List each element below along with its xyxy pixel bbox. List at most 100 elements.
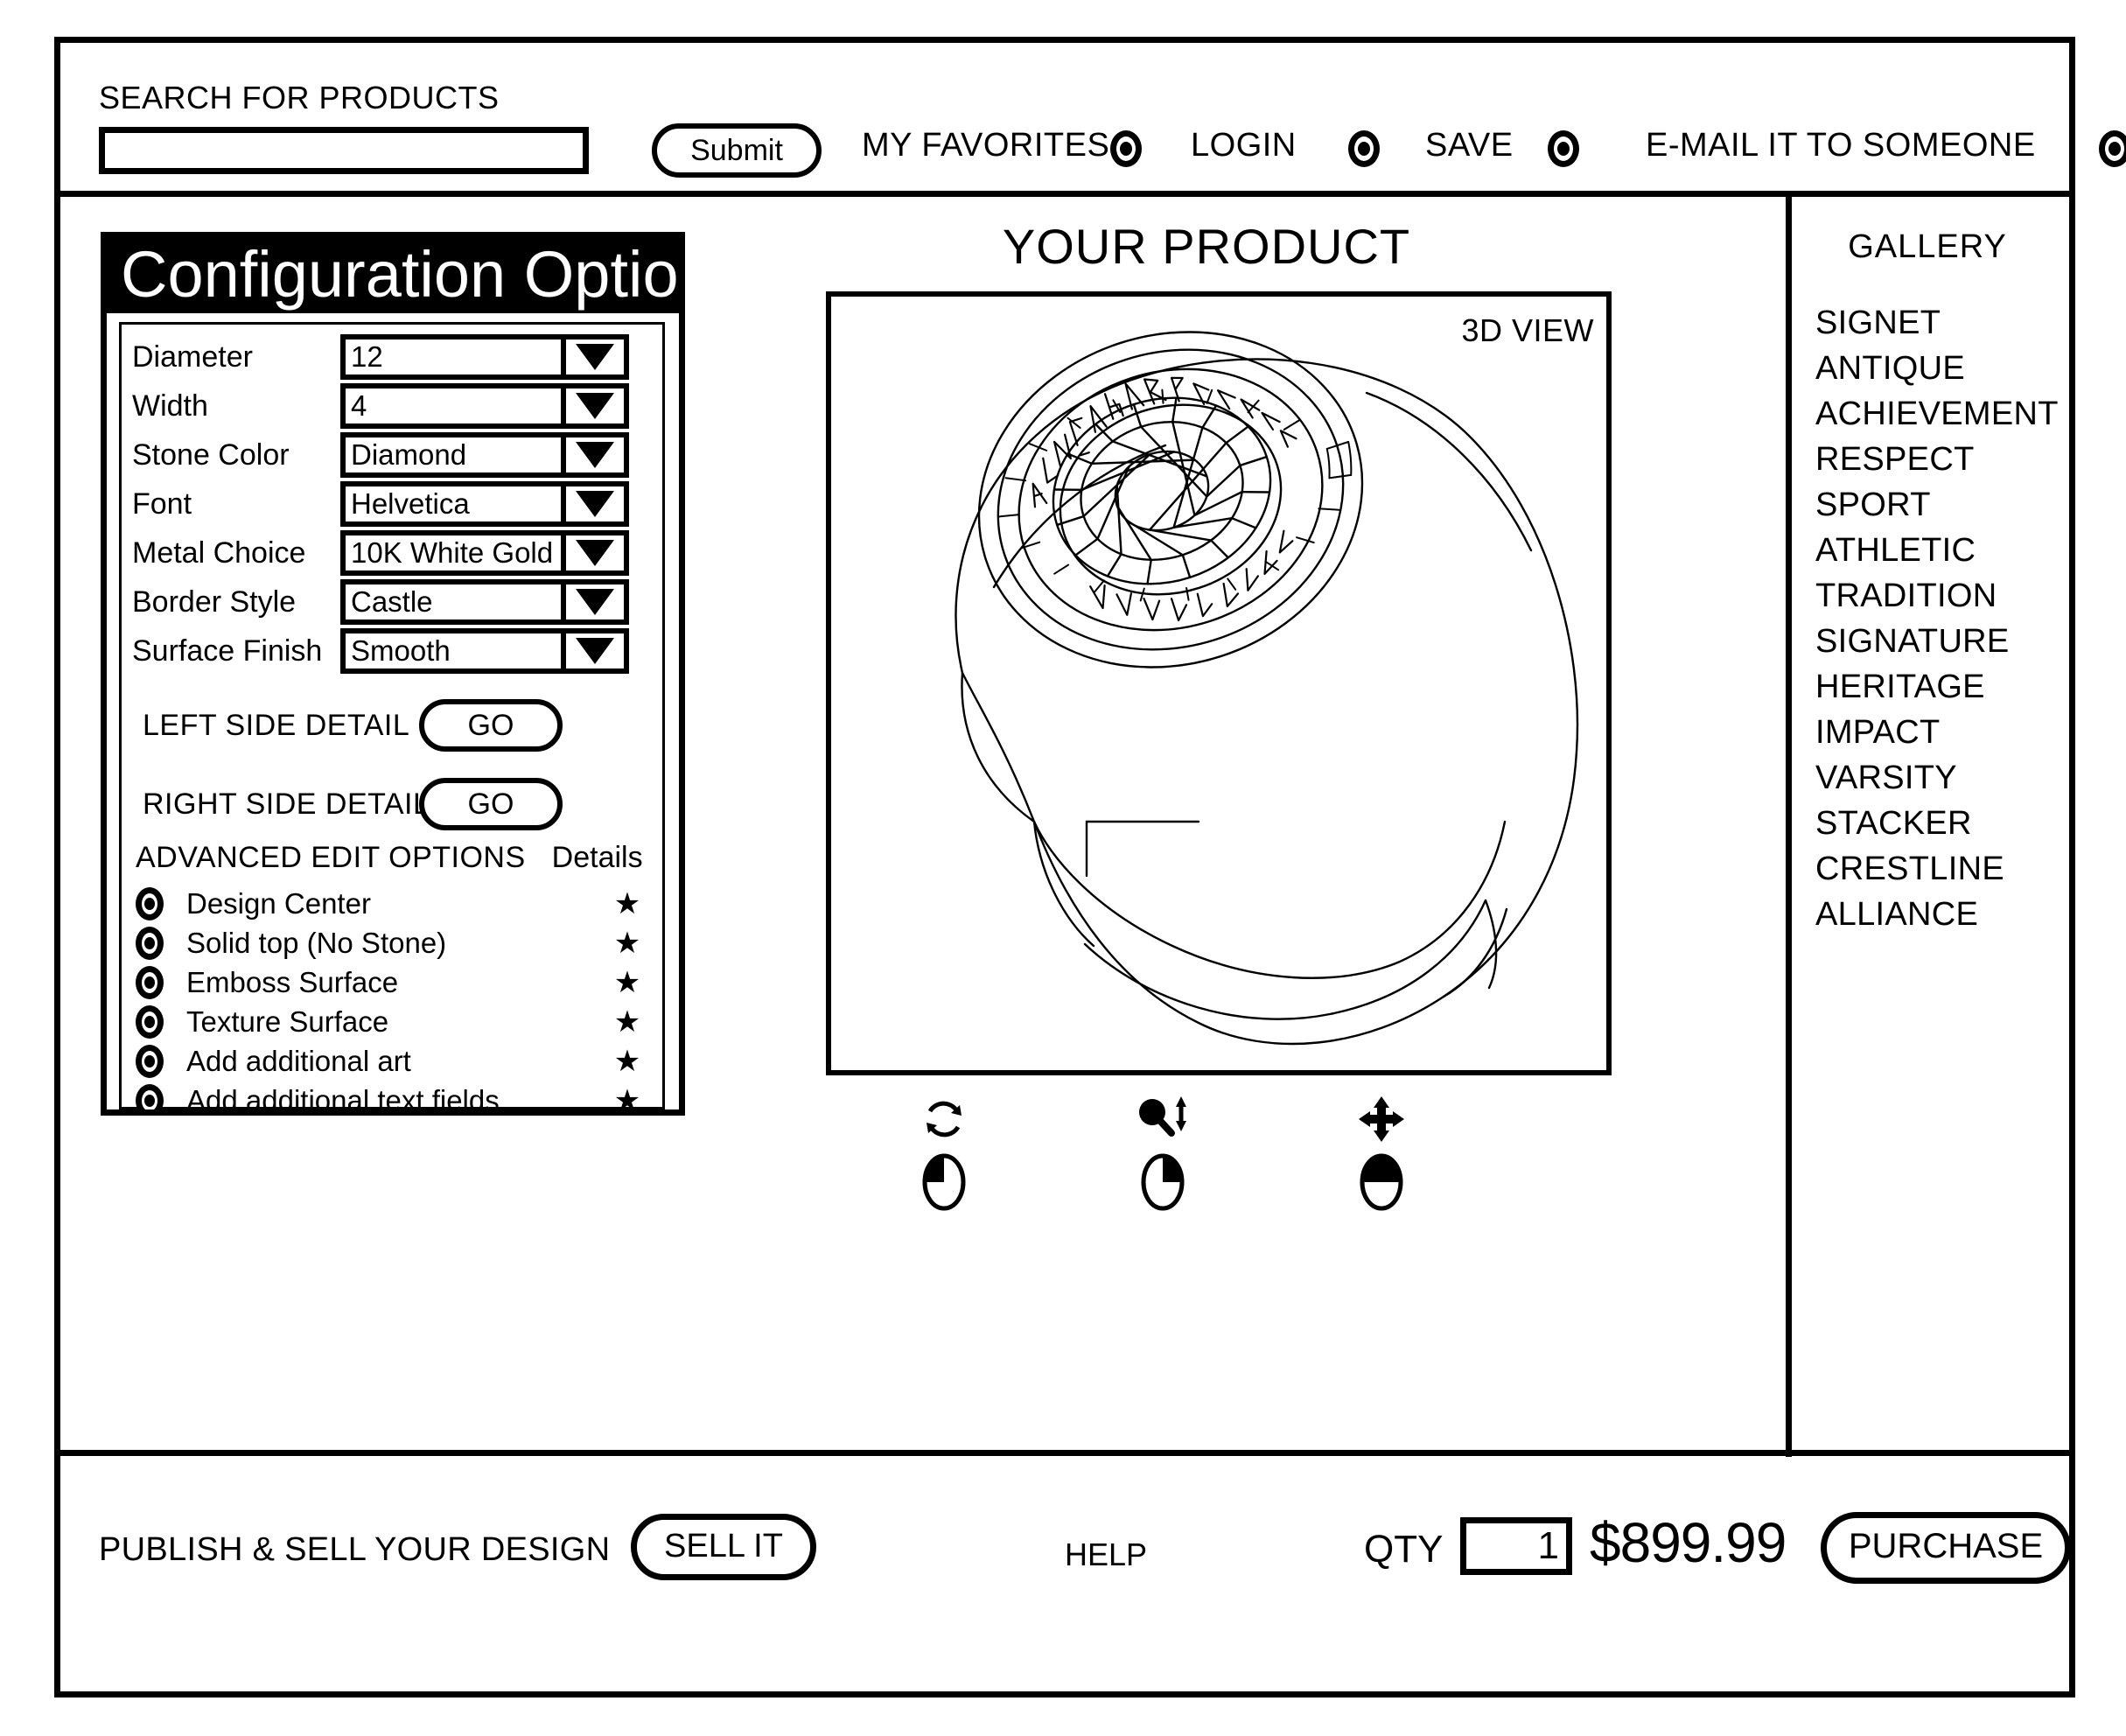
class-ring-illustration	[955, 331, 1579, 1046]
my-favorites-link[interactable]: MY FAVORITES	[862, 127, 1109, 164]
rotate-control[interactable]	[892, 1091, 997, 1216]
radio-icon[interactable]	[136, 926, 164, 960]
config-row-metal-choice: Metal Choice 10K White Gold	[132, 529, 657, 577]
config-label-metal-choice: Metal Choice	[132, 536, 306, 570]
price-value: $899.99	[1590, 1511, 1787, 1574]
gallery-divider	[1786, 197, 1792, 1457]
left-side-detail-go-button[interactable]: GO	[419, 699, 563, 752]
details-column-header: Details	[551, 841, 643, 874]
pan-control[interactable]	[1329, 1091, 1434, 1216]
chevron-down-icon[interactable]	[561, 486, 624, 522]
config-select-border-style[interactable]: Castle	[340, 579, 629, 625]
sell-it-button[interactable]: SELL IT	[631, 1514, 816, 1580]
config-value-diameter: 12	[351, 340, 383, 373]
config-select-surface-finish[interactable]: Smooth	[340, 628, 629, 674]
purchase-button[interactable]: PURCHASE	[1821, 1512, 2071, 1584]
star-icon[interactable]: ★	[601, 965, 654, 1000]
advanced-option-add-art[interactable]: Add additional art ★	[136, 1041, 654, 1081]
left-side-detail-row: LEFT SIDE DETAIL GO	[143, 696, 650, 755]
radio-icon[interactable]	[136, 1004, 164, 1039]
radio-icon[interactable]	[136, 965, 164, 999]
radio-icon[interactable]	[136, 1044, 164, 1078]
gallery-item-sport[interactable]: SPORT	[1801, 488, 2073, 534]
config-select-metal-choice[interactable]: 10K White Gold	[340, 530, 629, 576]
config-select-font[interactable]: Helvetica	[340, 481, 629, 527]
rotate-icon[interactable]	[920, 1091, 969, 1147]
chevron-down-icon[interactable]	[561, 584, 624, 620]
configuration-body: Diameter 12 Width 4 Stone Color Diamond …	[119, 322, 665, 1110]
gallery-item-respect[interactable]: RESPECT	[1801, 443, 2073, 488]
right-side-detail-go-button[interactable]: GO	[419, 778, 563, 830]
gallery-item-athletic[interactable]: ATHLETIC	[1801, 534, 2073, 579]
email-radio-icon[interactable]	[2099, 130, 2126, 167]
star-icon[interactable]: ★	[601, 1004, 654, 1040]
bottom-toolbar: PUBLISH & SELL YOUR DESIGN SELL IT HELP …	[60, 1450, 2071, 1691]
login-radio-icon[interactable]	[1348, 130, 1380, 167]
page-title: YOUR PRODUCT	[1002, 219, 1411, 274]
gallery-item-crestline[interactable]: CRESTLINE	[1801, 852, 2073, 898]
gallery-item-antique[interactable]: ANTIQUE	[1801, 352, 2073, 397]
gallery-item-signature[interactable]: SIGNATURE	[1801, 625, 2073, 670]
configuration-title: Configuration Options	[121, 238, 679, 311]
zoom-control[interactable]	[1110, 1091, 1215, 1216]
gallery-item-signet[interactable]: SIGNET	[1801, 306, 2073, 352]
advanced-edit-options-section: ADVANCED EDIT OPTIONS Details Design Cen…	[136, 841, 654, 1116]
star-icon[interactable]: ★	[601, 1083, 654, 1110]
search-input[interactable]	[99, 127, 589, 174]
chevron-down-icon[interactable]	[561, 634, 624, 668]
quantity-label: QTY	[1364, 1528, 1444, 1571]
config-select-diameter[interactable]: 12	[340, 334, 629, 380]
login-link[interactable]: LOGIN	[1191, 127, 1297, 164]
chevron-down-icon[interactable]	[561, 438, 624, 472]
advanced-option-add-text-fields[interactable]: Add additional text fields ★	[136, 1081, 654, 1116]
zoom-icon[interactable]	[1136, 1091, 1190, 1147]
quantity-input[interactable]	[1460, 1517, 1572, 1575]
gallery-item-heritage[interactable]: HERITAGE	[1801, 670, 2073, 716]
chevron-down-icon[interactable]	[561, 388, 624, 424]
config-row-border-style: Border Style Castle	[132, 578, 657, 626]
product-3d-viewport[interactable]: 3D VIEW	[826, 291, 1612, 1075]
save-radio-icon[interactable]	[1548, 130, 1579, 167]
radio-icon[interactable]	[136, 886, 164, 920]
config-row-font: Font Helvetica	[132, 480, 657, 528]
advanced-edit-header: ADVANCED EDIT OPTIONS Details	[136, 841, 654, 875]
config-select-stone-color[interactable]: Diamond	[340, 432, 629, 478]
right-side-detail-label: RIGHT SIDE DETAIL	[143, 787, 430, 821]
gallery-item-stacker[interactable]: STACKER	[1801, 807, 2073, 852]
email-it-to-someone-link[interactable]: E-MAIL IT TO SOMEONE	[1646, 127, 2036, 164]
advanced-option-label: Solid top (No Stone)	[186, 926, 447, 959]
gallery-item-impact[interactable]: IMPACT	[1801, 716, 2073, 761]
chevron-down-icon[interactable]	[561, 536, 624, 570]
star-icon[interactable]: ★	[601, 1044, 654, 1079]
advanced-option-label: Emboss Surface	[186, 965, 399, 998]
help-link[interactable]: HELP	[1065, 1536, 1147, 1573]
save-link[interactable]: SAVE	[1425, 127, 1514, 164]
advanced-option-design-center[interactable]: Design Center ★	[136, 884, 654, 923]
advanced-option-texture-surface[interactable]: Texture Surface ★	[136, 1002, 654, 1041]
config-value-border-style: Castle	[351, 585, 433, 618]
pan-move-icon[interactable]	[1357, 1091, 1406, 1147]
star-icon[interactable]: ★	[601, 886, 654, 921]
gallery-item-varsity[interactable]: VARSITY	[1801, 761, 2073, 807]
config-row-width: Width 4	[132, 382, 657, 430]
config-row-stone-color: Stone Color Diamond	[132, 431, 657, 479]
advanced-option-label: Design Center	[186, 886, 371, 920]
gallery-item-alliance[interactable]: ALLIANCE	[1801, 898, 2073, 943]
star-icon[interactable]: ★	[601, 926, 654, 961]
right-side-detail-row: RIGHT SIDE DETAIL GO	[143, 774, 650, 834]
config-value-width: 4	[351, 389, 367, 422]
left-side-detail-label: LEFT SIDE DETAIL	[143, 708, 410, 742]
submit-button[interactable]: Submit	[652, 123, 822, 178]
radio-icon[interactable]	[136, 1083, 164, 1110]
advanced-option-emboss-surface[interactable]: Emboss Surface ★	[136, 962, 654, 1002]
advanced-option-solid-top[interactable]: Solid top (No Stone) ★	[136, 923, 654, 962]
advanced-option-label: Add additional text fields	[186, 1083, 500, 1116]
gallery-item-tradition[interactable]: TRADITION	[1801, 579, 2073, 625]
gallery-item-achievement[interactable]: ACHIEVEMENT	[1801, 397, 2073, 443]
config-label-font: Font	[132, 486, 192, 521]
main-content: Configuration Options Diameter 12 Width	[60, 197, 2069, 1457]
my-favorites-radio-icon[interactable]	[1110, 130, 1142, 167]
config-row-diameter: Diameter 12	[132, 333, 657, 381]
config-select-width[interactable]: 4	[340, 383, 629, 429]
chevron-down-icon[interactable]	[561, 340, 624, 374]
